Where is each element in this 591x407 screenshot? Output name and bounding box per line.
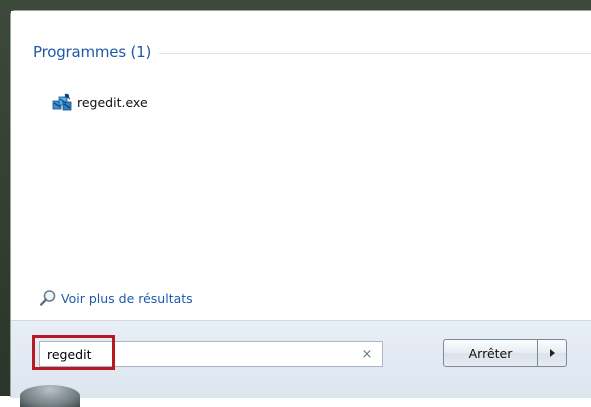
- search-bar: × Arrêter: [11, 320, 591, 398]
- group-divider: [159, 52, 591, 54]
- search-box[interactable]: ×: [39, 341, 383, 367]
- group-header-programs: Programmes (1): [33, 43, 591, 61]
- search-icon: [40, 290, 56, 306]
- start-orb[interactable]: [20, 385, 80, 407]
- result-label: regedit.exe: [77, 94, 148, 110]
- search-input[interactable]: [40, 343, 347, 365]
- window-frame: Programmes (1) regedit.exe Voir plus de …: [0, 0, 591, 407]
- result-item-regedit[interactable]: regedit.exe: [47, 91, 154, 113]
- see-more-results-link[interactable]: Voir plus de résultats: [39, 288, 193, 308]
- registry-editor-icon: [52, 93, 72, 111]
- shutdown-button[interactable]: Arrêter: [443, 339, 538, 367]
- shutdown-options-button[interactable]: [538, 339, 567, 367]
- start-menu-panel: Programmes (1) regedit.exe Voir plus de …: [10, 10, 591, 398]
- clear-search-icon[interactable]: ×: [358, 345, 376, 363]
- chevron-right-icon: [550, 349, 555, 357]
- group-title[interactable]: Programmes (1): [33, 43, 151, 61]
- shutdown-button-group: Arrêter: [443, 339, 567, 367]
- search-results-pane: Programmes (1) regedit.exe Voir plus de …: [11, 11, 591, 319]
- see-more-results-label: Voir plus de résultats: [61, 290, 193, 306]
